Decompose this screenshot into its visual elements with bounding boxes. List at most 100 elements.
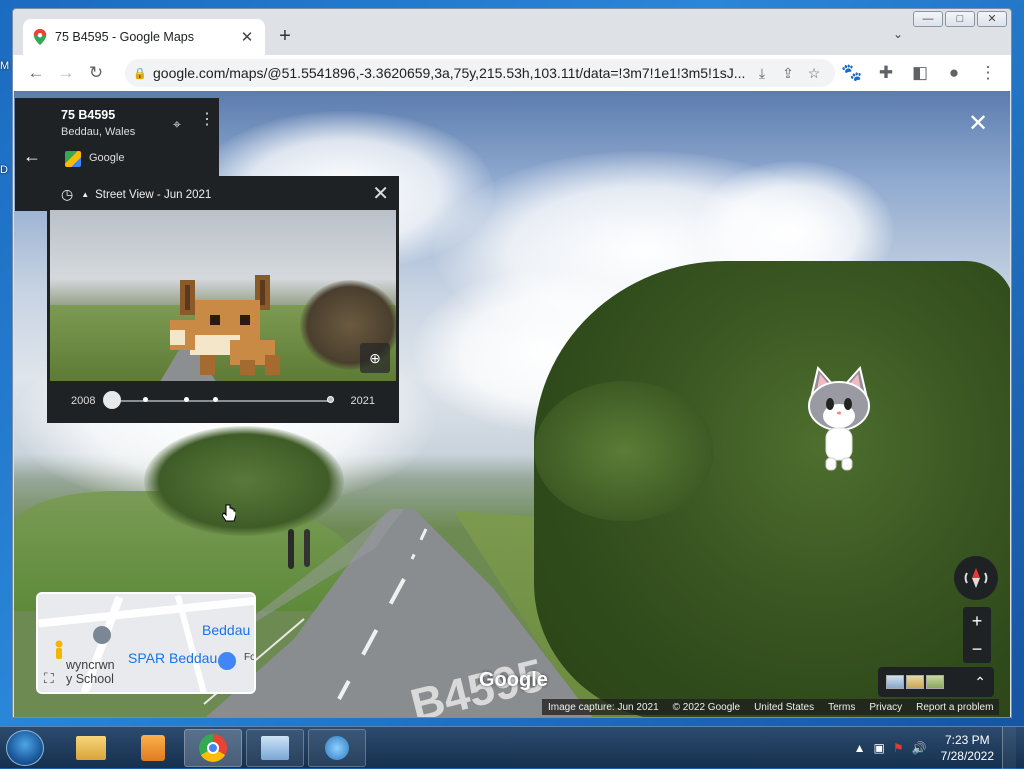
cat-sticker xyxy=(808,366,870,471)
timeline-stop[interactable] xyxy=(184,397,189,402)
volume-icon[interactable]: 🔊 xyxy=(912,741,927,755)
control-panel-taskbar-icon[interactable] xyxy=(246,729,304,767)
school-icon xyxy=(93,626,111,644)
map-label-fo: Fo xyxy=(244,652,256,663)
share-icon[interactable]: ⇪ xyxy=(775,65,801,82)
attribution-footer: Image capture: Jun 2021 © 2022 Google Un… xyxy=(542,699,1000,715)
globe-icon xyxy=(325,736,349,760)
zoom-in-button[interactable]: + xyxy=(963,607,991,635)
eevee-sprite xyxy=(170,275,280,375)
hand-cursor-icon xyxy=(222,504,236,522)
history-clock-icon: ◷ xyxy=(61,186,74,202)
report-problem-link[interactable]: Report a problem xyxy=(916,702,993,713)
street-view-canvas[interactable]: B4595 ✕ ← 75 B4595 Beddau, Wales ⌖ ⋮ Goo… xyxy=(14,91,1010,717)
clock-date: 7/28/2022 xyxy=(940,749,994,763)
clock-time: 7:23 PM xyxy=(944,733,990,747)
side-panel-icon[interactable]: ◧ xyxy=(905,59,935,87)
imagery-strip: ⌃ xyxy=(878,667,994,697)
close-tab-icon[interactable]: ✕ xyxy=(239,28,255,46)
back-icon[interactable]: ← xyxy=(21,59,51,87)
explorer-taskbar-icon[interactable] xyxy=(62,729,120,767)
reload-icon[interactable]: ↻ xyxy=(81,59,111,87)
show-hidden-icons[interactable]: ▲ xyxy=(854,741,866,755)
windows-taskbar: ▲ ▣ ⚑ 🔊 7:23 PM 7/28/2022 xyxy=(0,726,1024,769)
map-label-beddau: Beddau S xyxy=(202,622,254,638)
extensions-puzzle-icon[interactable]: ✚ xyxy=(871,59,901,87)
expand-strip-icon[interactable]: ⌃ xyxy=(974,674,986,691)
pedestrian xyxy=(288,529,294,569)
timeline-slider-handle[interactable] xyxy=(103,391,121,409)
network-icon[interactable]: ▣ xyxy=(874,741,885,755)
media-player-taskbar-icon[interactable] xyxy=(124,729,182,767)
media-icon xyxy=(141,735,165,761)
expand-map-icon[interactable]: ⛶ xyxy=(44,670,62,688)
profile-avatar-icon[interactable]: ● xyxy=(939,59,969,87)
map-label-spar: SPAR Beddau xyxy=(128,650,218,666)
timeline-end-year: 2021 xyxy=(350,395,375,407)
compass-icon[interactable] xyxy=(954,556,998,600)
back-arrow-icon[interactable]: ← xyxy=(23,146,41,167)
country-link[interactable]: United States xyxy=(754,702,814,713)
privacy-link[interactable]: Privacy xyxy=(869,702,902,713)
timeline-header[interactable]: ◷ ▲ Street View - Jun 2021 xyxy=(61,186,211,203)
chrome-taskbar-icon[interactable] xyxy=(184,729,242,767)
terms-link[interactable]: Terms xyxy=(828,702,855,713)
location-pin-icon[interactable]: ⌖ xyxy=(173,116,181,133)
chrome-window: — □ ✕ 75 B4595 - Google Maps ✕ + ⌄ ← → ↻… xyxy=(12,8,1012,718)
paw-extension-icon[interactable]: 🐾 xyxy=(837,59,867,87)
browser-toolbar: ← → ↻ 🔒 google.com/maps/@51.5541896,-3.3… xyxy=(13,55,1011,91)
start-button[interactable] xyxy=(6,730,44,766)
place-locality: Beddau, Wales xyxy=(61,126,136,138)
folder-icon xyxy=(76,736,106,760)
close-timeline-icon[interactable]: ✕ xyxy=(372,181,389,206)
mini-map[interactable]: Beddau S SPAR Beddau wyncrwny School Fo … xyxy=(36,592,256,694)
toolbar-right: 🐾 ✚ ◧ ● ⋮ xyxy=(837,59,1003,87)
tab-search-icon[interactable]: ⌄ xyxy=(893,27,903,41)
google-maps-logo-icon xyxy=(65,151,81,167)
map-label-school: wyncrwn y School xyxy=(66,658,115,686)
right-tree xyxy=(534,381,714,521)
tab-strip: 75 B4595 - Google Maps ✕ + ⌄ xyxy=(13,9,1011,55)
desktop-fragment: M xyxy=(0,60,10,72)
tab-google-maps[interactable]: 75 B4595 - Google Maps ✕ xyxy=(23,19,265,55)
zoom-preview-icon[interactable]: ⊕ xyxy=(360,343,390,373)
compass-needle xyxy=(964,568,988,588)
imagery-thumb[interactable] xyxy=(906,675,924,689)
forward-icon[interactable]: → xyxy=(51,59,81,87)
lock-icon: 🔒 xyxy=(133,67,147,80)
google-watermark: Google xyxy=(479,669,548,691)
network-taskbar-icon[interactable] xyxy=(308,729,366,767)
source-label: Google xyxy=(89,152,125,164)
menu-kebab-icon[interactable]: ⋮ xyxy=(973,59,1003,87)
tab-title: 75 B4595 - Google Maps xyxy=(55,30,194,44)
address-bar[interactable]: 🔒 google.com/maps/@51.5541896,-3.3620659… xyxy=(125,59,835,87)
timeline-stop[interactable] xyxy=(327,396,334,403)
action-center-flag-icon[interactable]: ⚑ xyxy=(893,741,904,755)
timeline-stop[interactable] xyxy=(143,397,148,402)
close-street-view-icon[interactable]: ✕ xyxy=(964,109,992,138)
shop-icon xyxy=(218,652,236,670)
system-clock[interactable]: 7:23 PM 7/28/2022 xyxy=(941,732,994,764)
system-tray: ▲ ▣ ⚑ 🔊 7:23 PM 7/28/2022 xyxy=(854,727,1024,769)
timeline-stop[interactable] xyxy=(213,397,218,402)
show-desktop-button[interactable] xyxy=(1002,727,1016,769)
zoom-out-button[interactable]: − xyxy=(963,635,991,663)
timeline-start-year: 2008 xyxy=(71,395,96,407)
zoom-controls: + − xyxy=(963,607,991,663)
imagery-thumb[interactable] xyxy=(886,675,904,689)
more-options-icon[interactable]: ⋮ xyxy=(199,112,215,128)
caret-up-icon: ▲ xyxy=(81,190,90,199)
install-icon[interactable]: ⤓ xyxy=(749,65,775,82)
imagery-thumb[interactable] xyxy=(926,675,944,689)
desktop-fragment: D xyxy=(0,164,8,176)
maps-pin-icon xyxy=(33,29,47,45)
new-tab-button[interactable]: + xyxy=(275,25,295,47)
timeline-title: Street View - Jun 2021 xyxy=(95,188,212,201)
place-address: 75 B4595 xyxy=(61,108,116,122)
pegman-icon[interactable] xyxy=(54,640,64,660)
copyright: © 2022 Google xyxy=(672,701,741,713)
control-panel-icon xyxy=(261,736,289,760)
timeline-preview-image[interactable]: ⊕ xyxy=(50,210,396,381)
bookmark-star-icon[interactable]: ☆ xyxy=(801,65,827,82)
chrome-icon xyxy=(199,734,227,762)
